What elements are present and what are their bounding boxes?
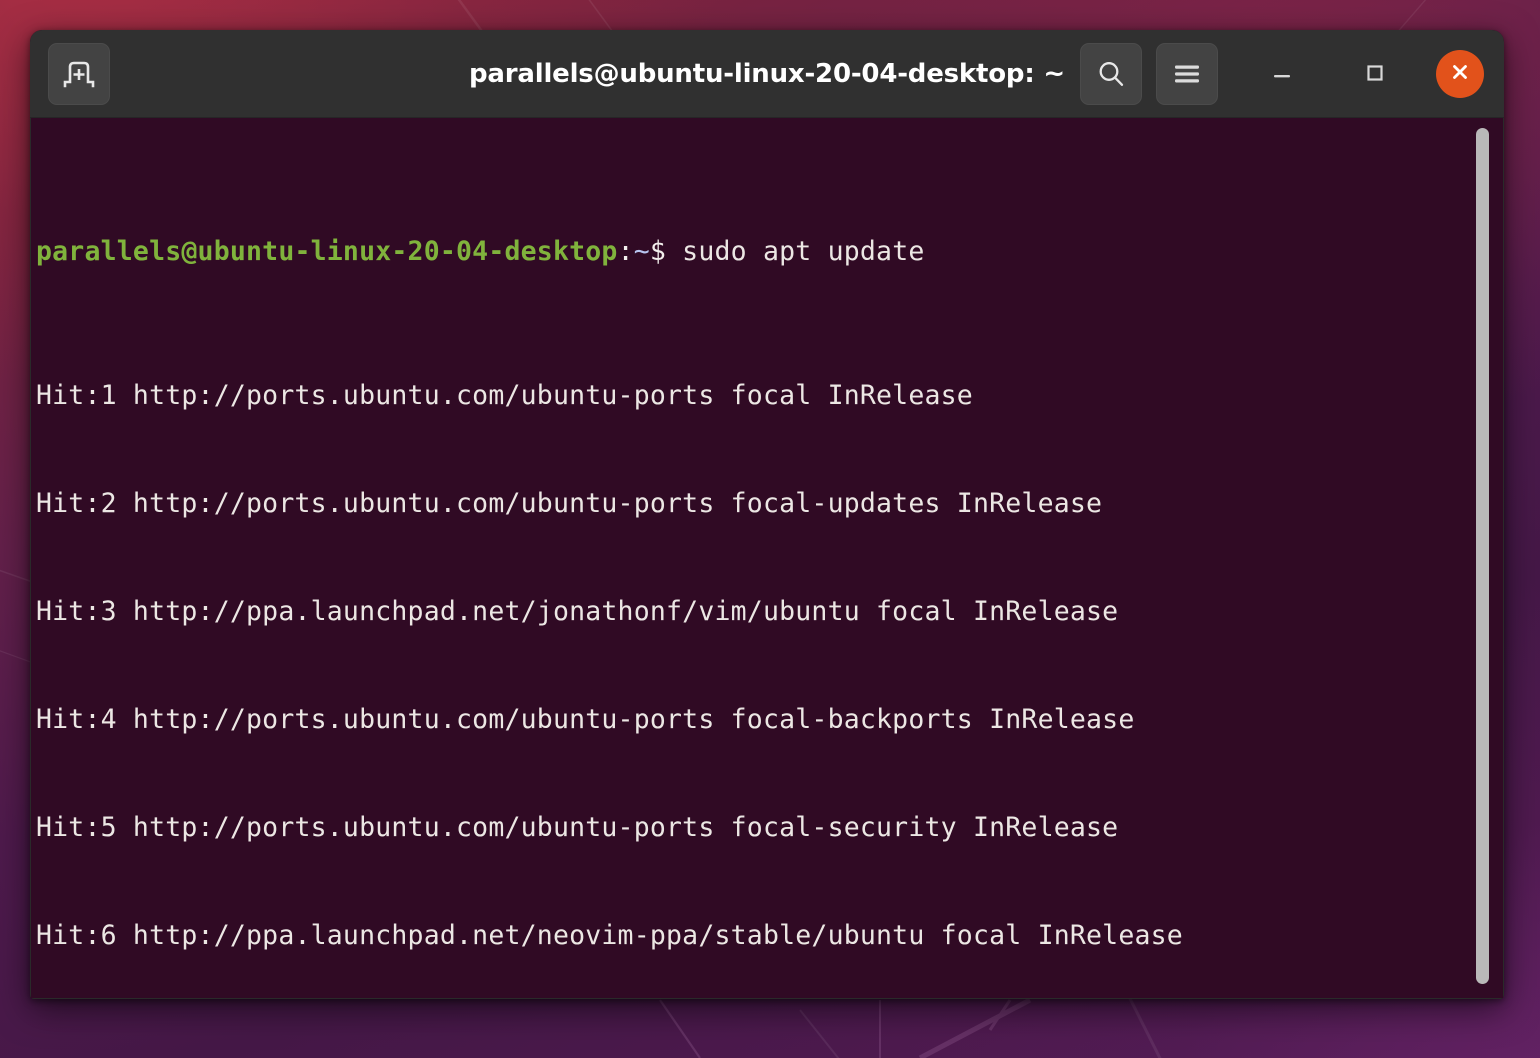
search-button[interactable] bbox=[1080, 42, 1142, 105]
menu-button[interactable] bbox=[1156, 42, 1218, 105]
terminal-scrollbar-thumb[interactable] bbox=[1476, 128, 1489, 984]
terminal-prompt-line-command: parallels@ubuntu-linux-20-04-desktop:~$ … bbox=[36, 234, 1503, 270]
desktop-background: parallels@ubuntu-linux-20-04-desktop: ~ bbox=[0, 0, 1540, 1058]
terminal-line: Hit:6 http://ppa.launchpad.net/neovim-pp… bbox=[36, 920, 1183, 951]
new-tab-icon bbox=[62, 59, 96, 89]
hamburger-menu-icon bbox=[1172, 62, 1202, 86]
terminal-line: Hit:1 http://ports.ubuntu.com/ubuntu-por… bbox=[36, 380, 973, 411]
close-icon bbox=[1446, 58, 1474, 90]
maximize-icon bbox=[1361, 59, 1387, 89]
terminal-line: Hit:5 http://ports.ubuntu.com/ubuntu-por… bbox=[36, 812, 1119, 843]
terminal-command: sudo apt update bbox=[666, 236, 925, 267]
new-tab-button[interactable] bbox=[48, 42, 110, 105]
search-icon bbox=[1095, 58, 1127, 90]
maximize-button[interactable] bbox=[1346, 46, 1402, 102]
prompt-path: ~ bbox=[633, 236, 650, 267]
terminal-line: Hit:3 http://ppa.launchpad.net/jonathonf… bbox=[36, 596, 1119, 627]
terminal-scrollbar[interactable] bbox=[1476, 128, 1489, 984]
titlebar[interactable]: parallels@ubuntu-linux-20-04-desktop: ~ bbox=[30, 30, 1504, 118]
prompt-user-host: parallels@ubuntu-linux-20-04-desktop bbox=[36, 236, 618, 267]
terminal-line: Hit:4 http://ports.ubuntu.com/ubuntu-por… bbox=[36, 704, 1135, 735]
minimize-icon bbox=[1269, 59, 1295, 89]
titlebar-controls bbox=[1080, 42, 1490, 105]
close-button[interactable] bbox=[1436, 49, 1484, 98]
terminal-line: Hit:2 http://ports.ubuntu.com/ubuntu-por… bbox=[36, 488, 1103, 519]
terminal-body[interactable]: parallels@ubuntu-linux-20-04-desktop:~$ … bbox=[30, 118, 1504, 999]
prompt-separator: : bbox=[617, 236, 634, 267]
terminal-window[interactable]: parallels@ubuntu-linux-20-04-desktop: ~ bbox=[30, 30, 1504, 999]
minimize-button[interactable] bbox=[1254, 46, 1310, 102]
terminal-output: parallels@ubuntu-linux-20-04-desktop:~$ … bbox=[31, 124, 1503, 998]
prompt-sigil: $ bbox=[649, 236, 667, 267]
